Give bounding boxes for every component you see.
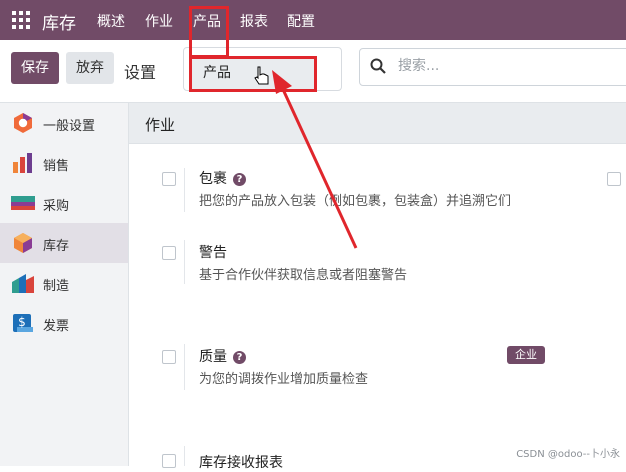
- sidebar-item-inventory[interactable]: 库存: [0, 223, 128, 263]
- right-column-checkbox[interactable]: [607, 172, 621, 186]
- app-brand[interactable]: 库存: [42, 9, 76, 34]
- search-input[interactable]: [396, 57, 620, 75]
- app-grid-icon[interactable]: [12, 11, 30, 29]
- setting-packages: 包裹? 把您的产品放入包装（例如包裹，包装盒）并追溯它们: [129, 164, 626, 214]
- section-title: 作业: [145, 116, 176, 134]
- setting-description: 为您的调拨作业增加质量检查: [199, 372, 369, 387]
- invoicing-icon: $: [13, 314, 33, 332]
- setting-title: 包裹?: [199, 168, 246, 188]
- setting-title: 质量?: [199, 346, 246, 366]
- sidebar-item-general-settings[interactable]: 一般设置: [0, 103, 128, 143]
- setting-title: 警告: [199, 245, 227, 261]
- top-navbar: 库存 概述 作业 产品 报表 配置: [0, 0, 626, 40]
- discard-button[interactable]: 放弃: [66, 52, 114, 84]
- setting-divider: [184, 240, 185, 284]
- sidebar-item-label: 销售: [43, 159, 70, 174]
- setting-divider: [184, 168, 185, 212]
- general-settings-icon: [14, 113, 32, 133]
- enterprise-badge: 企业: [507, 346, 545, 364]
- watermark: CSDN @odoo--卜小永: [516, 449, 620, 460]
- sidebar-item-sales[interactable]: 销售: [0, 143, 128, 183]
- svg-text:$: $: [18, 315, 26, 329]
- page-title: 设置: [124, 63, 157, 82]
- sidebar-item-invoicing[interactable]: $ 发票: [0, 303, 128, 343]
- search-icon: [370, 58, 386, 74]
- sidebar-item-label: 发票: [43, 319, 70, 334]
- warnings-checkbox[interactable]: [162, 246, 176, 260]
- sidebar-item-manufacturing[interactable]: 制造: [0, 263, 128, 303]
- setting-title-text: 包裹: [199, 171, 227, 187]
- manufacturing-icon: [12, 274, 34, 293]
- setting-warnings: 警告 基于合作伙伴获取信息或者阻塞警告: [129, 238, 626, 288]
- sidebar-item-label: 采购: [43, 199, 70, 214]
- sales-icon: [13, 153, 32, 173]
- setting-title-text: 质量: [199, 349, 227, 365]
- help-icon[interactable]: ?: [233, 173, 246, 186]
- menu-overview[interactable]: 概述: [97, 11, 125, 31]
- search-box[interactable]: [359, 48, 626, 86]
- sidebar-item-label: 制造: [43, 279, 70, 294]
- setting-divider: [184, 344, 185, 390]
- purchase-icon: [11, 196, 35, 210]
- menu-operations[interactable]: 作业: [145, 11, 173, 31]
- help-icon[interactable]: ?: [233, 351, 246, 364]
- sidebar-item-label: 一般设置: [43, 119, 96, 134]
- setting-description: 基于合作伙伴获取信息或者阻塞警告: [199, 268, 408, 283]
- inventory-icon: [14, 233, 32, 253]
- setting-description: 把您的产品放入包装（例如包裹，包装盒）并追溯它们: [199, 194, 512, 209]
- menu-configuration[interactable]: 配置: [287, 11, 315, 31]
- section-header: 作业: [129, 103, 626, 144]
- control-panel: 保存 放弃 设置 产品: [0, 40, 626, 103]
- setting-title: 库存接收报表: [199, 455, 283, 471]
- save-button[interactable]: 保存: [11, 52, 59, 84]
- setting-quality: 质量? 企业 为您的调拨作业增加质量检查: [129, 344, 626, 394]
- sidebar-item-purchase[interactable]: 采购: [0, 183, 128, 223]
- setting-divider: [184, 446, 185, 466]
- settings-sidebar: 一般设置 销售 采购 库存 制造 $ 发票: [0, 103, 129, 466]
- menu-reporting[interactable]: 报表: [240, 11, 268, 31]
- sidebar-item-label: 库存: [43, 239, 70, 254]
- hand-cursor-icon: [254, 66, 269, 85]
- packages-checkbox[interactable]: [162, 172, 176, 186]
- dropdown-item-products[interactable]: 产品: [189, 57, 315, 89]
- menu-products[interactable]: 产品: [193, 11, 221, 31]
- quality-checkbox[interactable]: [162, 350, 176, 364]
